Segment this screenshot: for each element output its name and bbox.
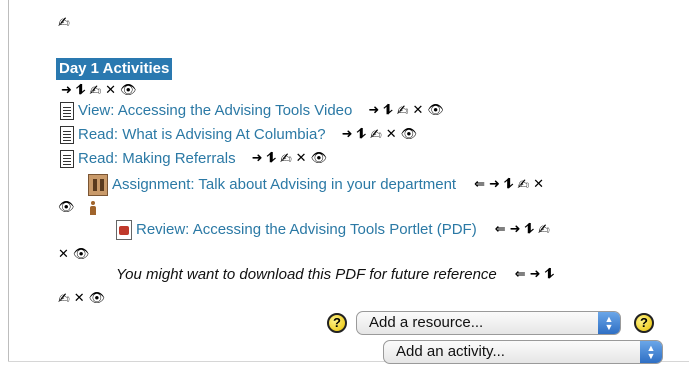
move-updown-icon[interactable]: ⥮ xyxy=(504,178,513,192)
select-arrows-icon: ▲ ▼ xyxy=(640,341,662,363)
pdf-controls-wrap: ✕ 👁 xyxy=(58,248,89,262)
move-updown-icon[interactable]: ⥮ xyxy=(383,104,392,118)
resource-link-what-is-advising[interactable]: Read: What is Advising At Columbia? xyxy=(78,126,326,144)
label-text: You might want to download this PDF for … xyxy=(116,266,497,283)
help-icon[interactable]: ? xyxy=(634,313,654,333)
edit-icon[interactable]: ✍ xyxy=(397,104,409,118)
label-controls-wrap: ✍ ✕ 👁 xyxy=(58,292,106,307)
visible-eye-icon[interactable]: 👁 xyxy=(311,152,328,166)
list-item: Read: What is Advising At Columbia? ➜ ⥮ … xyxy=(60,126,417,144)
document-icon xyxy=(60,102,74,120)
pdf-file-icon xyxy=(116,220,132,240)
edit-icon[interactable]: ✍ xyxy=(89,84,101,98)
move-updown-icon[interactable]: ⥮ xyxy=(525,223,534,237)
move-updown-icon[interactable]: ⥮ xyxy=(545,268,554,282)
move-right-icon[interactable]: ➜ xyxy=(510,223,521,237)
visible-eye-icon[interactable]: 👁 xyxy=(427,104,444,118)
list-item: You might want to download this PDF for … xyxy=(116,266,554,284)
document-icon xyxy=(60,126,74,144)
edit-icon[interactable]: ✍ xyxy=(538,223,550,237)
resource-link-pdf-portlet[interactable]: Review: Accessing the Advising Tools Por… xyxy=(136,221,477,239)
move-right-icon[interactable]: ➜ xyxy=(252,152,263,166)
move-updown-icon[interactable]: ⥮ xyxy=(266,152,275,166)
move-left-icon[interactable]: ⇐ xyxy=(474,178,485,192)
move-updown-icon[interactable]: ⥮ xyxy=(357,128,366,142)
add-activity-select[interactable]: Add an activity... ▲ ▼ xyxy=(383,340,663,364)
list-item: Review: Accessing the Advising Tools Por… xyxy=(116,220,550,240)
select-arrows-icon: ▲ ▼ xyxy=(598,312,620,334)
assignment-icon xyxy=(88,174,108,196)
panel-border-left xyxy=(8,0,9,362)
add-resource-select[interactable]: Add a resource... ▲ ▼ xyxy=(356,311,621,335)
visible-eye-icon[interactable]: 👁 xyxy=(58,201,75,215)
document-icon xyxy=(60,150,74,168)
add-activity-select-value: Add an activity... xyxy=(396,343,505,360)
move-right-icon[interactable]: ➜ xyxy=(368,104,379,118)
move-right-icon[interactable]: ➜ xyxy=(342,128,353,142)
delete-icon[interactable]: ✕ xyxy=(296,152,307,166)
section-controls: ➜ ⥮ ✍ ✕ 👁 xyxy=(61,84,137,99)
list-item: Read: Making Referrals ➜ ⥮ ✍ ✕ 👁 xyxy=(60,150,327,168)
visible-eye-icon[interactable]: 👁 xyxy=(73,248,90,262)
move-left-icon[interactable]: ⇐ xyxy=(495,223,506,237)
edit-icon[interactable]: ✍ xyxy=(517,178,529,192)
assignment-controls-wrap: 👁 xyxy=(58,201,97,215)
resource-link-view-video[interactable]: View: Accessing the Advising Tools Video xyxy=(78,102,352,120)
resource-link-making-referrals[interactable]: Read: Making Referrals xyxy=(78,150,236,168)
list-item: View: Accessing the Advising Tools Video… xyxy=(60,102,444,120)
delete-icon[interactable]: ✕ xyxy=(386,128,397,142)
edit-summary-icon[interactable]: ✍ xyxy=(58,16,70,30)
edit-icon[interactable]: ✍ xyxy=(370,128,382,142)
delete-icon[interactable]: ✕ xyxy=(105,84,116,98)
help-icon[interactable]: ? xyxy=(327,313,347,333)
visible-eye-icon[interactable]: 👁 xyxy=(401,128,418,142)
group-mode-person-icon[interactable] xyxy=(89,201,97,215)
move-right-icon[interactable]: ➜ xyxy=(489,178,500,192)
edit-icon[interactable]: ✍ xyxy=(280,152,292,166)
list-item: Assignment: Talk about Advising in your … xyxy=(88,174,544,196)
section-title: Day 1 Activities xyxy=(56,58,173,80)
delete-icon[interactable]: ✕ xyxy=(58,248,69,262)
delete-icon[interactable]: ✕ xyxy=(533,178,544,192)
add-resource-select-value: Add a resource... xyxy=(369,314,484,331)
move-right-icon[interactable]: ➜ xyxy=(61,84,72,98)
move-updown-icon[interactable]: ⥮ xyxy=(76,84,85,98)
delete-icon[interactable]: ✕ xyxy=(74,292,85,306)
visible-eye-icon[interactable]: 👁 xyxy=(120,84,137,98)
assignment-link[interactable]: Assignment: Talk about Advising in your … xyxy=(112,176,456,194)
visible-eye-icon[interactable]: 👁 xyxy=(89,292,106,306)
delete-icon[interactable]: ✕ xyxy=(412,104,423,118)
edit-icon[interactable]: ✍ xyxy=(58,292,70,306)
move-right-icon[interactable]: ➜ xyxy=(530,268,541,282)
move-left-icon[interactable]: ⇐ xyxy=(515,268,526,282)
